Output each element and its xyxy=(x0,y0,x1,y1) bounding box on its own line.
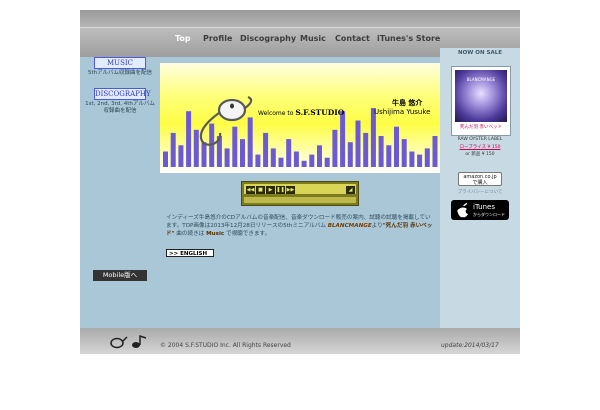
artist-name-jp: 牛島 悠介 xyxy=(392,99,423,107)
studio-name: S.F.STUDIO xyxy=(295,108,345,117)
equalizer-bar xyxy=(386,145,392,167)
intro-text: インディーズ牛島悠介のCDアルバムの音楽配信、音楽ダウンロード販売の案内、試聴の… xyxy=(166,214,434,238)
equalizer-bar xyxy=(263,132,269,167)
music-note-logo xyxy=(199,95,253,146)
player-progress-track[interactable] xyxy=(244,197,356,203)
equalizer-bar xyxy=(163,151,168,167)
album-art-text: BLANCMANGE xyxy=(466,77,496,82)
amazon-label-2: で購入 xyxy=(472,180,488,186)
update-date: update:2014/03/17 xyxy=(441,342,499,349)
album-cover-image[interactable]: BLANCMANGE xyxy=(455,70,507,122)
privacy-note[interactable]: プライバシーについて xyxy=(440,190,520,196)
equalizer-bar xyxy=(417,154,423,167)
intro-text-2: より xyxy=(371,223,383,229)
intro-text-3: 曲の続きは xyxy=(176,231,205,237)
logo-eye xyxy=(230,103,234,109)
equalizer-bar xyxy=(332,129,338,167)
equalizer-bar xyxy=(324,157,330,167)
nav-discography[interactable]: Discography xyxy=(240,34,296,43)
equalizer-bar xyxy=(355,120,361,167)
discography-note: 1st, 2nd, 3rd, 4thアルバム収録曲を配信 xyxy=(85,101,155,114)
english-button[interactable]: >> ENGLISH xyxy=(166,249,214,257)
nav-top[interactable]: Top xyxy=(175,34,191,43)
equalizer-bar xyxy=(401,139,407,167)
equalizer-bar xyxy=(424,148,430,167)
record-label: RAW OYSTER LABEL xyxy=(457,137,503,142)
now-on-sale-title: NOW ON SALE xyxy=(458,50,502,56)
equalizer-bar xyxy=(278,157,284,167)
album-card[interactable]: BLANCMANGE 死んだ羽 赤いベッド xyxy=(451,66,511,136)
equalizer-bar xyxy=(178,145,184,167)
page-frame: Top Profile Discography Music Contact iT… xyxy=(80,10,520,354)
welcome-text: Welcome to S.F.STUDIO xyxy=(258,108,344,117)
mobile-version-button[interactable]: Mobile版へ xyxy=(93,270,147,281)
top-bar xyxy=(80,10,520,27)
equalizer-bar xyxy=(240,139,245,167)
equalizer-bar xyxy=(394,126,399,167)
album-title: BLANCMANGE xyxy=(327,223,372,229)
apple-icon xyxy=(457,203,468,218)
amazon-button[interactable]: amazon.co.jp で購入 xyxy=(458,172,502,186)
volume-icon[interactable]: ◢ xyxy=(346,186,355,194)
main-content: Welcome to S.F.STUDIO 牛島 悠介 Ushijima Yus… xyxy=(160,57,440,328)
price-link[interactable]: ローブライス ¥ 150 xyxy=(440,145,520,151)
stop-button[interactable]: ■ xyxy=(256,186,265,194)
itunes-title: iTunes xyxy=(473,203,495,211)
welcome-prefix: Welcome to xyxy=(258,110,294,117)
right-sidebar: NOW ON SALE BLANCMANGE 死んだ羽 赤いベッド RAW OY… xyxy=(440,48,520,328)
equalizer-bar xyxy=(170,132,176,167)
forward-button[interactable]: ▶▶ xyxy=(286,186,295,194)
top-banner: Welcome to S.F.STUDIO 牛島 悠介 Ushijima Yus… xyxy=(160,63,440,173)
equalizer-bar xyxy=(247,117,253,167)
price-new: or 新品 ¥ 150 xyxy=(465,152,495,157)
equalizer-bar xyxy=(309,154,315,167)
intro-text-4: で視聴できます。 xyxy=(225,231,271,237)
nav-profile[interactable]: Profile xyxy=(203,34,232,43)
equalizer-bar xyxy=(347,142,353,167)
equalizer-bar xyxy=(409,151,415,167)
equalizer-bar xyxy=(293,151,299,167)
equalizer-bar xyxy=(286,139,292,167)
album-caption-link[interactable]: 死んだ羽 赤いベッド xyxy=(452,125,510,130)
equalizer-bar xyxy=(317,145,322,167)
equalizer-bar xyxy=(255,154,261,167)
itunes-download-badge[interactable]: iTunes からダウンロード xyxy=(451,200,509,220)
left-sidebar: MUSIC 5thアルバム収録曲を配信 DISCOGRAPHY 1st, 2nd… xyxy=(80,57,160,328)
nav-contact[interactable]: Contact xyxy=(335,34,370,43)
music-note: 5thアルバム収録曲を配信 xyxy=(87,70,153,76)
equalizer-bar xyxy=(301,160,307,167)
artist-name-en: Ushijima Yusuke xyxy=(374,108,431,116)
copyright-text: © 2004 S.F.STUDIO Inc. All Rights Reserv… xyxy=(160,342,291,349)
audio-player: ◀◀ ■ ▶ ❚❚ ▶▶ ◢ xyxy=(241,181,359,206)
play-button[interactable]: ▶ xyxy=(266,186,275,194)
equalizer-bar xyxy=(270,148,276,167)
equalizer-bar xyxy=(370,108,376,167)
nav-music[interactable]: Music xyxy=(300,34,326,43)
equalizer-bar xyxy=(224,148,230,167)
equalizer-bar xyxy=(232,126,238,167)
nav-itunes-store[interactable]: iTunes's Store xyxy=(377,34,440,43)
rewind-button[interactable]: ◀◀ xyxy=(246,186,255,194)
equalizer-bar xyxy=(193,129,199,167)
equalizer-bar xyxy=(201,142,207,167)
music-button[interactable]: MUSIC xyxy=(94,57,146,69)
footer: © 2004 S.F.STUDIO Inc. All Rights Reserv… xyxy=(80,328,520,354)
pause-button[interactable]: ❚❚ xyxy=(276,186,285,194)
equalizer-bar xyxy=(363,132,369,167)
music-link-text[interactable]: Music xyxy=(206,231,224,237)
banner-graphic xyxy=(163,95,438,167)
equalizer-bar xyxy=(340,111,346,167)
footer-logo-icon xyxy=(110,334,147,349)
equalizer-bar xyxy=(378,136,384,167)
player-controls: ◀◀ ■ ▶ ❚❚ ▶▶ ◢ xyxy=(244,184,356,194)
itunes-subtitle: からダウンロード xyxy=(473,212,505,217)
equalizer-bar xyxy=(432,136,438,167)
discography-button[interactable]: DISCOGRAPHY xyxy=(94,88,151,100)
equalizer-bar xyxy=(186,111,192,167)
